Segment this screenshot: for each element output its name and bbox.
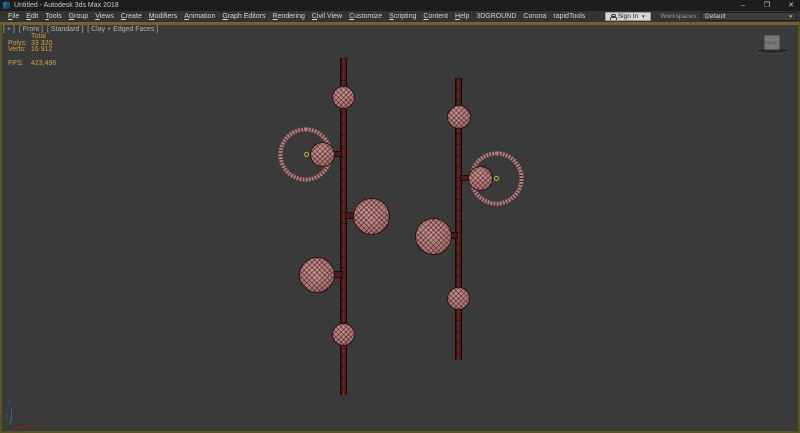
stats-verts-value: 16 912	[26, 47, 52, 54]
viewport-label-segment-3[interactable]: [ Clay + Edged Faces ]	[87, 26, 158, 33]
pendant-lamp-left-sphere-3[interactable]	[299, 257, 335, 293]
pendant-lamp-right-sphere-3[interactable]	[447, 287, 470, 310]
pendant-lamp-right-sphere-0[interactable]	[447, 105, 471, 129]
stats-fps-label: FPS:	[8, 61, 26, 68]
stats-verts-label: Verts:	[8, 47, 26, 54]
pendant-lamp-left-sphere-2[interactable]	[353, 198, 390, 235]
pendant-lamp-left-sphere-4[interactable]	[332, 323, 355, 346]
pendant-lamp-right-light-helper-0[interactable]	[494, 176, 499, 181]
pendant-lamp-left-sphere-1[interactable]	[310, 142, 335, 167]
viewcube-front-face[interactable]: FRONT	[764, 35, 780, 50]
viewport-label-segment-0[interactable]: [ + ]	[3, 26, 15, 33]
pendant-lamp-right-sphere-1[interactable]	[468, 166, 493, 191]
viewport-label: [ + ] [ Front ] [ Standard ] [ Clay + Edged…	[3, 26, 158, 33]
x-axis-line	[12, 425, 33, 427]
y-axis-line	[9, 417, 12, 425]
pendant-lamp-right-sphere-2[interactable]	[415, 218, 452, 255]
viewport-label-segment-1[interactable]: [ Front ]	[19, 26, 43, 33]
pendant-lamp-left-light-helper-0[interactable]	[304, 152, 309, 157]
x-axis-label: x	[34, 422, 37, 428]
z-axis-label: z	[8, 400, 11, 406]
scene-layer	[0, 0, 800, 433]
viewcube[interactable]: FRONT	[753, 33, 793, 55]
viewport-label-segment-2[interactable]: [ Standard ]	[47, 26, 83, 33]
world-axis-tripod: z y x	[6, 402, 50, 432]
pendant-lamp-left-sphere-0[interactable]	[332, 86, 355, 109]
y-axis-label: y	[5, 414, 8, 420]
stats-fps-value: 423,496	[26, 61, 56, 68]
statistics-overlay: Total Polys:33 320 Verts:16 912 FPS:423,…	[8, 34, 56, 67]
